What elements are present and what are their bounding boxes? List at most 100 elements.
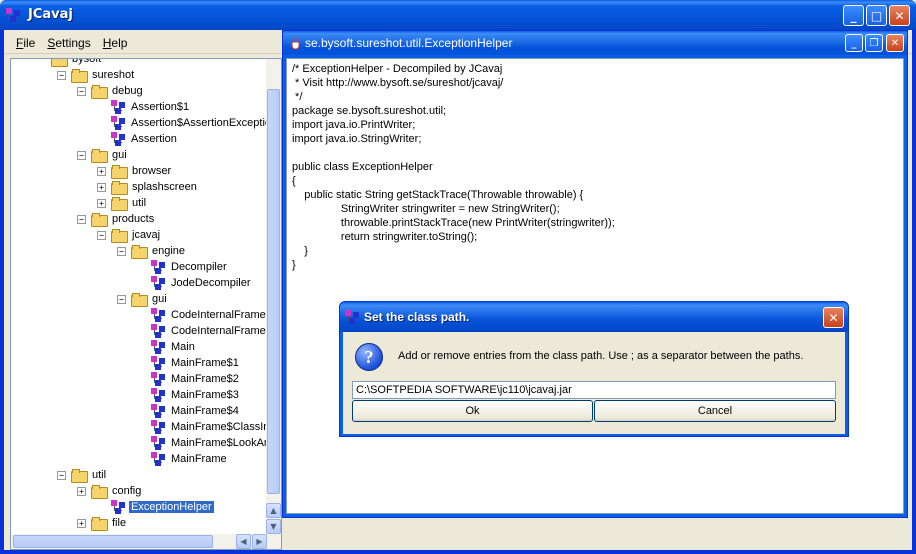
collapse-icon[interactable]: − (57, 470, 66, 480)
tree-class-node[interactable]: CodeInternalFrame$1 (151, 307, 280, 323)
menu-settings[interactable]: Settings (41, 34, 96, 52)
folder-icon (131, 245, 148, 259)
collapse-icon[interactable]: − (117, 246, 126, 256)
tree-folder-node[interactable]: + config (77, 483, 143, 499)
collapse-icon[interactable]: − (77, 86, 86, 96)
maximize-icon: □ (870, 8, 883, 23)
scroll-right-button[interactable]: ▶ (252, 534, 267, 549)
tree-node-label: Decompiler (171, 261, 227, 273)
close-button[interactable]: ✕ (889, 5, 910, 26)
code-frame-restore-button[interactable]: ❐ (865, 34, 883, 52)
tree-node-label: gui (152, 293, 167, 305)
expand-icon[interactable]: + (97, 198, 106, 208)
collapse-icon[interactable]: − (117, 294, 126, 304)
tree-class-node[interactable]: Assertion$AssertionException (111, 115, 279, 131)
close-icon: ✕ (890, 37, 900, 49)
menu-help[interactable]: Help (97, 34, 134, 52)
collapse-icon[interactable]: − (97, 230, 106, 240)
folder-icon (111, 197, 128, 211)
tree-class-node[interactable]: MainFrame$3 (151, 387, 241, 403)
tree-folder-node[interactable]: + browser (97, 163, 173, 179)
tree-folder-node[interactable]: + splashscreen (97, 179, 199, 195)
collapse-icon[interactable]: − (77, 214, 86, 224)
tree-class-node[interactable]: MainFrame$2 (151, 371, 241, 387)
cancel-button[interactable]: Cancel (594, 400, 836, 422)
collapse-icon[interactable]: − (77, 150, 86, 160)
code-frame-minimize-button[interactable]: _ (845, 34, 863, 52)
class-path-dialog: Set the class path. ✕ ? Add or remove en… (339, 301, 849, 437)
expand-icon[interactable]: + (97, 182, 106, 192)
tree-class-node[interactable]: Decompiler (151, 259, 229, 275)
minimize-button[interactable]: _ (843, 5, 864, 26)
collapse-icon[interactable]: − (57, 70, 66, 80)
tree-node-label: util (132, 197, 147, 209)
expand-icon[interactable]: + (77, 518, 86, 528)
tree-node-label: jcavaj (132, 229, 161, 241)
folder-icon (51, 59, 68, 67)
code-editor[interactable]: /* ExceptionHelper - Decompiled by JCava… (286, 58, 904, 514)
tree-class-node[interactable]: CodeInternalFrame (151, 323, 268, 339)
class-icon (111, 500, 127, 514)
dialog-close-button[interactable]: ✕ (823, 307, 844, 328)
class-icon (151, 356, 167, 370)
tree-node-label: CodeInternalFrame$1 (171, 309, 279, 321)
expand-icon[interactable]: + (77, 486, 86, 496)
tree-node-label: file (112, 517, 127, 529)
dialog-title-bar[interactable]: Set the class path. ✕ (340, 302, 848, 332)
maximize-button[interactable]: □ (866, 5, 887, 26)
tree-node-label: CodeInternalFrame (171, 325, 266, 337)
code-frame-close-button[interactable]: ✕ (886, 34, 904, 52)
tree-node-label: MainFrame$3 (171, 389, 239, 401)
tree-folder-node[interactable]: + util (97, 195, 148, 211)
tree-horizontal-scroll-thumb[interactable] (13, 535, 213, 548)
tree-node-label: ExceptionHelper (129, 501, 214, 513)
class-icon (151, 436, 167, 450)
tree-vertical-scrollbar[interactable]: ▲ ▼ (266, 59, 281, 534)
class-icon (151, 404, 167, 418)
tree-folder-node[interactable]: − debug (77, 83, 145, 99)
tree-folder-node[interactable]: − gui (117, 291, 169, 307)
tree-folder-node[interactable]: − jcavaj (97, 227, 162, 243)
tree-class-node[interactable]: Assertion$1 (111, 99, 191, 115)
title-bar[interactable]: JCavaj _ □ ✕ (0, 0, 916, 30)
tree-folder-node[interactable]: − sureshot (57, 67, 136, 83)
tree-class-node[interactable]: ExceptionHelper (111, 499, 214, 515)
tree-folder-node[interactable]: + file (77, 515, 128, 531)
arrow-right-icon: ▶ (256, 537, 263, 546)
tree-folder-node[interactable]: bysoft (51, 59, 103, 67)
tree-folder-node[interactable]: − engine (117, 243, 187, 259)
tree-horizontal-scrollbar[interactable]: ◀ ▶ (11, 534, 281, 549)
tree-class-node[interactable]: MainFrame$ClassInfo (151, 419, 281, 435)
tree-class-node[interactable]: MainFrame (151, 451, 229, 467)
window-title: JCavaj (28, 7, 73, 22)
scroll-up-button[interactable]: ▲ (266, 503, 281, 518)
tree-folder-node[interactable]: − util (57, 467, 108, 483)
tree-node-label: engine (152, 245, 186, 257)
tree-folder-node[interactable]: − gui (77, 147, 129, 163)
tree-class-node[interactable]: Assertion (111, 131, 179, 147)
code-frame-title-bar[interactable]: se.bysoft.sureshot.util.ExceptionHelper … (283, 31, 907, 55)
tree-class-node[interactable]: MainFrame$1 (151, 355, 241, 371)
tree-node-label: MainFrame (171, 453, 227, 465)
menu-file[interactable]: File (10, 34, 41, 52)
tree-vertical-scroll-thumb[interactable] (267, 89, 280, 494)
package-tree-panel: bysoft − sureshot − debug Assertion$1 Assertio… (10, 58, 282, 550)
tree-folder-node[interactable]: − products (77, 211, 156, 227)
scroll-left-button[interactable]: ◀ (236, 534, 251, 549)
tree-class-node[interactable]: MainFrame$4 (151, 403, 241, 419)
tree-node-label: Assertion$1 (131, 101, 190, 113)
tree-class-node[interactable]: MainFrame$LookAndFeel (151, 435, 281, 451)
arrow-down-icon: ▼ (270, 522, 277, 531)
class-icon (151, 420, 167, 434)
tree-class-node[interactable]: Main (151, 339, 197, 355)
class-path-input[interactable] (352, 381, 836, 399)
ok-button[interactable]: Ok (352, 400, 593, 422)
folder-icon (91, 485, 108, 499)
class-icon (111, 132, 127, 146)
code-internal-frame: se.bysoft.sureshot.util.ExceptionHelper … (282, 30, 908, 518)
tree-class-node[interactable]: JodeDecompiler (151, 275, 252, 291)
scroll-down-button[interactable]: ▼ (266, 519, 281, 534)
class-icon (151, 452, 167, 466)
close-icon: ✕ (828, 310, 839, 325)
expand-icon[interactable]: + (97, 166, 106, 176)
